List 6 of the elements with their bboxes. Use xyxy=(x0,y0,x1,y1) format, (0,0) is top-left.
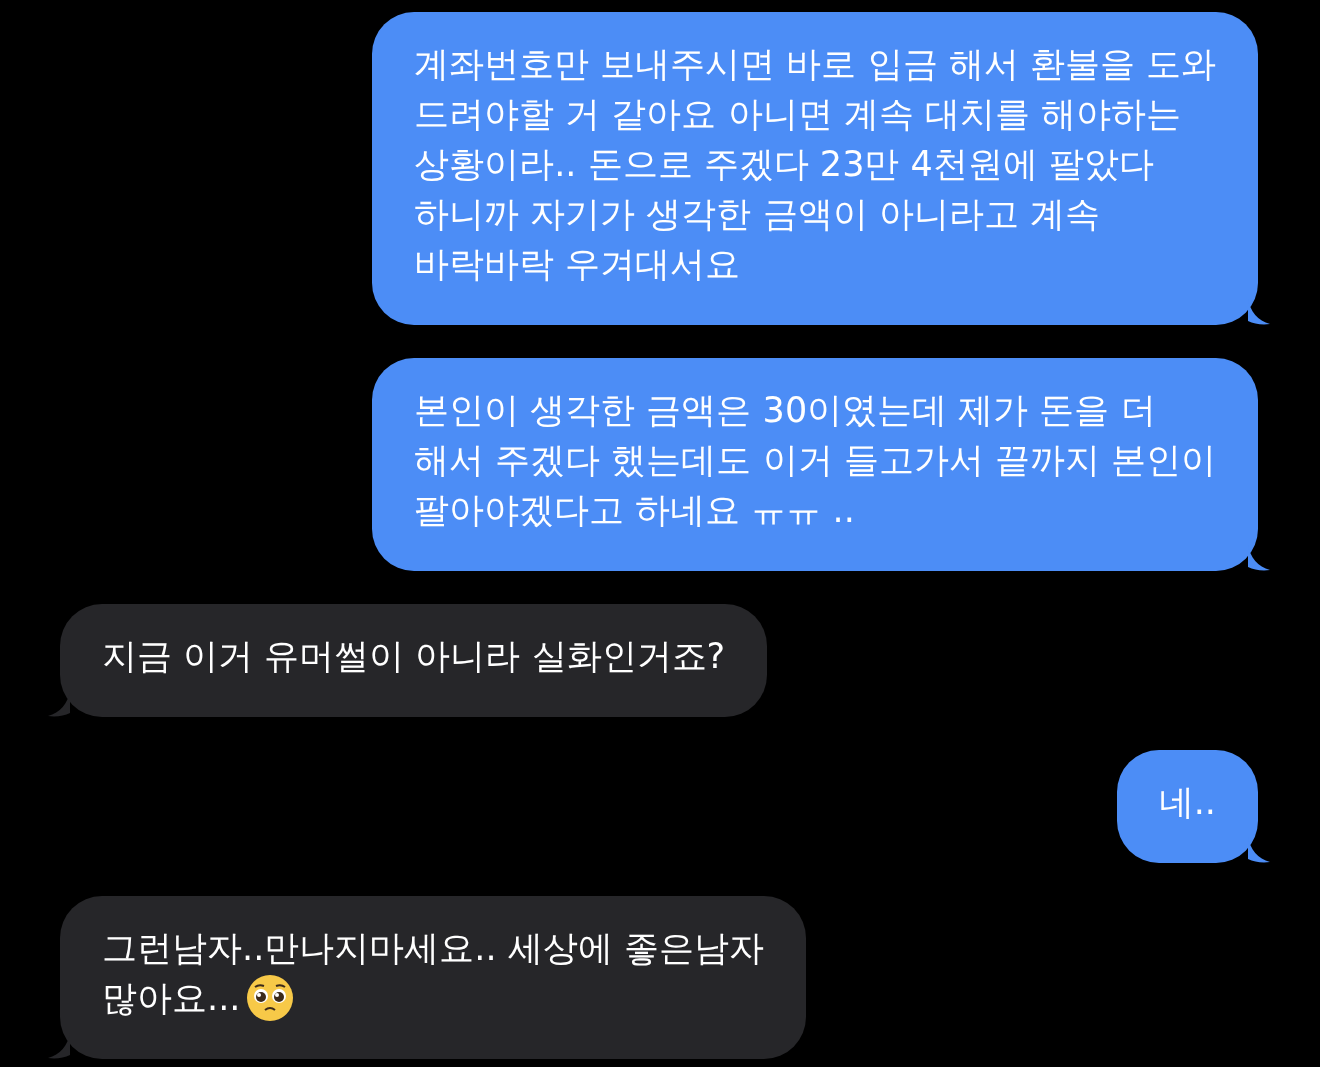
message-text: 계좌번호만 보내주시면 바로 입금 해서 환불을 도와 드려야할 거 같아요 아니면 계속 대치를 해야하는 상황이라.. 돈으로 주겠다 23만 4천원에 팔았다 하니까 자기가 생각한 금액이 아니라고 계속 바락바락 우겨대서요 xyxy=(414,44,1216,284)
message-text: 네.. xyxy=(1158,782,1216,822)
message-text: 지금 이거 유머썰이 아니라 실화인거죠? xyxy=(102,636,726,676)
message-text: 많아요... xyxy=(102,977,241,1020)
message-text: 본인이 생각한 금액은 30이였는데 제가 돈을 더 해서 주겠다 했는데도 이거 들고가서 끝까지 본인이 팔아야겠다고 하네요 ㅠㅠ .. xyxy=(414,390,1216,530)
message-text: 그런남자..만나지마세요.. 세상에 좋은남자 xyxy=(102,927,764,970)
